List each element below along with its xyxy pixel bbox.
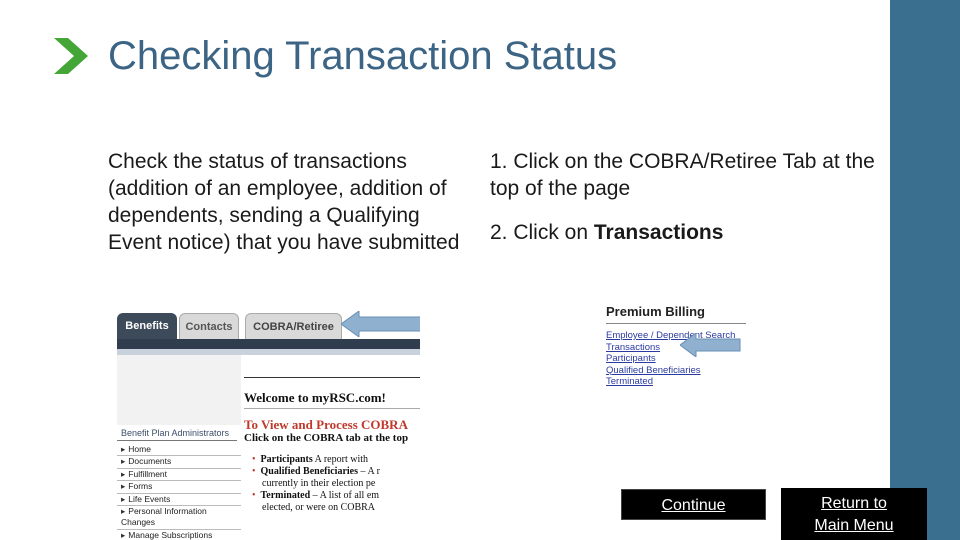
tab-benefits[interactable]: Benefits — [117, 313, 177, 339]
welcome-heading: Welcome to myRSC.com! — [244, 390, 386, 405]
list-item: Terminated – A list of all em — [261, 490, 420, 502]
menu-item-documents[interactable]: Documents — [117, 456, 241, 469]
nav-bar — [117, 339, 420, 349]
menu-item-changes[interactable]: Changes — [117, 517, 241, 530]
divider — [244, 377, 420, 378]
step-2-bold: Transactions — [593, 221, 724, 244]
list-item-continued: currently in their election pe — [262, 478, 376, 489]
description-text: Check the status of transactions (additi… — [108, 150, 460, 254]
premium-billing-heading: Premium Billing — [606, 304, 705, 319]
bullet-list: Participants A report with Qualified Ben… — [261, 454, 420, 514]
link-qualified-beneficiaries[interactable]: Qualified Beneficiaries — [606, 365, 735, 377]
return-label-line2: Main Menu — [814, 517, 894, 534]
tab-cobra-retiree[interactable]: COBRA/Retiree — [245, 313, 342, 341]
arrow-left-icon — [680, 333, 741, 357]
tabs-screenshot: Benefits Contacts COBRA/Retiree Welcome … — [117, 311, 420, 540]
divider — [606, 323, 746, 324]
click-cobra-text: Click on the COBRA tab at the top — [244, 432, 409, 444]
menu-item-personal-information[interactable]: Personal Information — [117, 506, 241, 517]
step-2-text: 2. Click on Transactions — [490, 219, 880, 246]
menu-item-fulfillment[interactable]: Fulfillment — [117, 469, 241, 482]
left-panel-background — [117, 355, 241, 425]
step-2-prefix: 2. Click on — [490, 221, 594, 244]
menu-item-manage-subscriptions[interactable]: Manage Subscriptions — [117, 530, 241, 540]
list-item: Participants A report with — [261, 454, 420, 466]
return-to-main-menu-button[interactable]: Return to Main Menu — [781, 488, 927, 540]
chevron-right-icon — [54, 38, 88, 74]
menu-item-forms[interactable]: Forms — [117, 481, 241, 494]
side-menu: Home Documents Fulfillment Forms Life Ev… — [117, 444, 241, 540]
list-item: Qualified Beneficiaries – A r — [261, 466, 420, 478]
menu-item-home[interactable]: Home — [117, 444, 241, 457]
menu-item-life-events[interactable]: Life Events — [117, 494, 241, 506]
list-item-continued: elected, or were on COBRA — [262, 502, 376, 513]
page-title: Checking Transaction Status — [108, 34, 618, 78]
return-label-line1: Return to — [821, 495, 887, 512]
bpa-heading: Benefit Plan Administrators — [121, 428, 230, 438]
right-sidebar-strip — [890, 0, 960, 540]
step-1-text: 1. Click on the COBRA/Retiree Tab at the… — [490, 150, 875, 200]
link-terminated[interactable]: Terminated — [606, 376, 735, 388]
divider — [244, 408, 420, 409]
continue-button[interactable]: Continue — [621, 489, 766, 520]
arrow-left-icon — [341, 311, 420, 337]
tab-contacts[interactable]: Contacts — [179, 313, 239, 341]
divider — [117, 440, 237, 441]
to-view-heading: To View and Process COBRA — [244, 417, 408, 432]
